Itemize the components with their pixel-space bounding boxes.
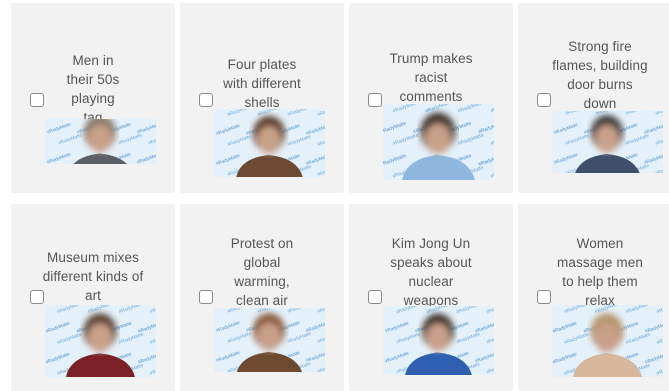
- option-label: Museum mixes different kinds of art: [42, 250, 144, 303]
- option-card[interactable]: Museum mixes different kinds of art #Rad…: [11, 204, 175, 391]
- option-checkbox[interactable]: [30, 93, 44, 107]
- video-thumbnail: #RadyMatte #RadyMatte #RadyMatte #RadyMatte…: [214, 109, 325, 177]
- option-label: Four plates with different shells: [223, 57, 301, 110]
- video-thumbnail: #RadyMatte #RadyMatte #RadyMatte #RadyMatte…: [552, 305, 663, 377]
- option-checkbox[interactable]: [199, 93, 213, 107]
- option-checkbox[interactable]: [199, 290, 213, 304]
- option-checkbox[interactable]: [368, 290, 382, 304]
- option-label: Trump makes racist comments: [389, 51, 473, 104]
- option-card[interactable]: Strong fire flames, building door burns …: [518, 3, 669, 193]
- option-label: Protest on global warming, clean air: [230, 236, 294, 308]
- option-checkbox[interactable]: [537, 290, 551, 304]
- option-card[interactable]: Kim Jong Un speaks about nuclear weapons…: [349, 204, 513, 391]
- option-card[interactable]: Women massage men to help them relax #Ra…: [518, 204, 669, 391]
- option-checkbox[interactable]: [537, 93, 551, 107]
- option-label: Women massage men to help them relax: [557, 236, 643, 308]
- option-card[interactable]: Four plates with different shells #RadyM…: [180, 3, 344, 193]
- video-thumbnail: #RadyMatte #RadyMatte #RadyMatte #RadyMatte…: [45, 305, 156, 377]
- option-label: Men in their 50s playing tag: [66, 53, 120, 125]
- option-checkbox[interactable]: [30, 290, 44, 304]
- option-card[interactable]: Men in their 50s playing tag #RadyMatte #…: [11, 3, 175, 193]
- option-card[interactable]: Protest on global warming, clean air #Ra…: [180, 204, 344, 391]
- video-thumbnail: #RadyMatte #RadyMatte #RadyMatte #RadyMatte…: [383, 104, 494, 180]
- video-thumbnail: #RadyMatte #RadyMatte #RadyMatte #RadyMatte…: [214, 308, 325, 372]
- video-thumbnail: #RadyMatte #RadyMatte #RadyMatte #RadyMatte…: [45, 119, 156, 164]
- option-checkbox[interactable]: [368, 93, 382, 107]
- option-label: Strong fire flames, building door burns …: [552, 39, 648, 111]
- option-card[interactable]: Trump makes racist comments #RadyMatte #R…: [349, 3, 513, 193]
- video-thumbnail: #RadyMatte #RadyMatte #RadyMatte #RadyMatte…: [552, 111, 663, 173]
- option-label: Kim Jong Un speaks about nuclear weapons: [390, 236, 472, 308]
- video-thumbnail: #RadyMatte #RadyMatte #RadyMatte #RadyMatte…: [383, 306, 494, 375]
